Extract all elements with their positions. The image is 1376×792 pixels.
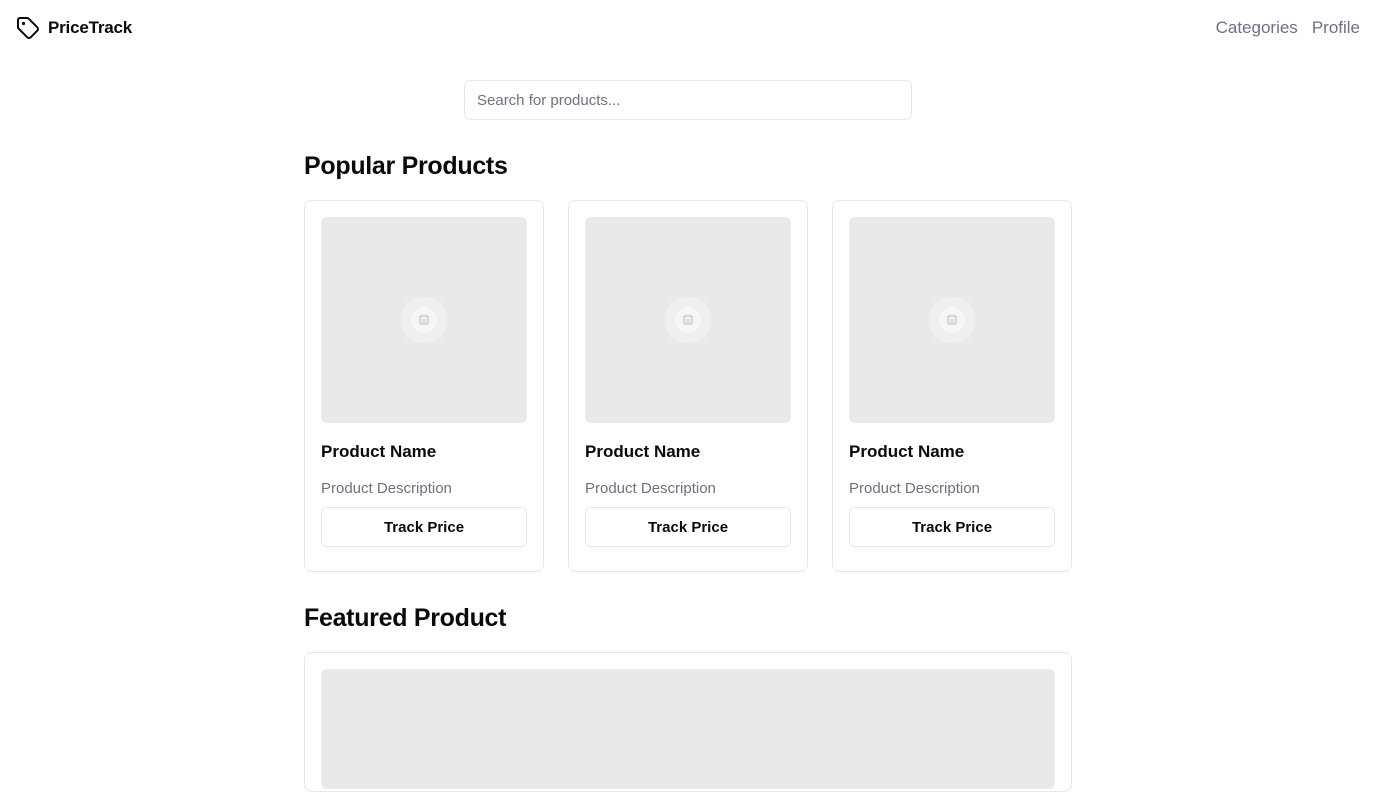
- product-name: Product Name: [321, 442, 437, 461]
- product-description: Product Description: [585, 480, 716, 497]
- product-image: [585, 217, 791, 423]
- nav-profile[interactable]: Profile: [1312, 18, 1360, 38]
- search-input[interactable]: [464, 80, 912, 120]
- image-placeholder-icon: [665, 297, 711, 343]
- brand-name: PriceTrack: [48, 18, 133, 37]
- product-description: Product Description: [321, 480, 452, 497]
- product-image: [849, 217, 1055, 423]
- featured-product-image: [321, 669, 1055, 789]
- product-image: [321, 217, 527, 423]
- featured-product-card: [304, 652, 1072, 792]
- popular-products-grid: Product Name Product Description Track P…: [304, 200, 1072, 572]
- tag-icon: [16, 16, 40, 40]
- popular-products-title: Popular Products: [304, 152, 508, 180]
- image-placeholder-icon: [401, 297, 447, 343]
- top-bar: PriceTrack Categories Profile: [0, 0, 1376, 56]
- product-card: Product Name Product Description Track P…: [568, 200, 808, 572]
- featured-product-title: Featured Product: [304, 604, 507, 632]
- product-description: Product Description: [849, 480, 980, 497]
- product-card: Product Name Product Description Track P…: [304, 200, 544, 572]
- brand-link[interactable]: PriceTrack: [16, 16, 132, 40]
- image-placeholder-icon: [929, 297, 975, 343]
- product-card: Product Name Product Description Track P…: [832, 200, 1072, 572]
- track-price-button[interactable]: Track Price: [849, 507, 1055, 547]
- main-nav: Categories Profile: [1216, 16, 1360, 40]
- product-name: Product Name: [849, 442, 965, 461]
- track-price-button[interactable]: Track Price: [585, 507, 791, 547]
- product-name: Product Name: [585, 442, 701, 461]
- track-price-button[interactable]: Track Price: [321, 507, 527, 547]
- nav-categories[interactable]: Categories: [1216, 18, 1298, 38]
